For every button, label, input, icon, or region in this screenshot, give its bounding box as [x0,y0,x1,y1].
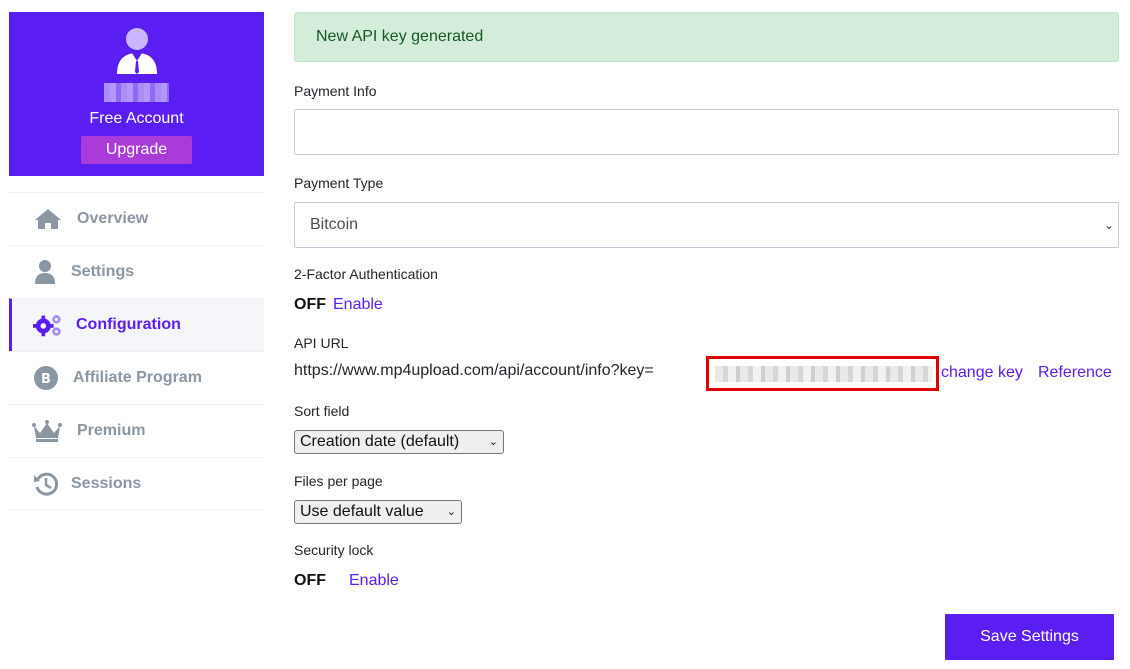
username-redacted [104,83,169,102]
payment-info-input[interactable] [294,109,1119,155]
files-per-page-value: Use default value [300,503,424,520]
svg-text:B: B [41,372,51,387]
crown-icon [32,418,62,444]
sidebar-item-configuration[interactable]: Configuration [9,298,264,351]
sidebar-item-settings[interactable]: Settings [9,245,264,298]
sidebar-item-affiliate[interactable]: B Affiliate Program [9,351,264,404]
files-per-page-select[interactable]: Use default value ⌄ [294,500,462,524]
chevron-down-icon: ⌄ [446,506,456,518]
home-icon [33,206,63,232]
save-settings-button[interactable]: Save Settings [945,614,1114,660]
avatar [117,28,157,74]
chevron-down-icon: ⌄ [488,436,498,448]
payment-type-select[interactable]: Bitcoin ⌄ [294,202,1119,248]
sort-field-label: Sort field [294,403,350,419]
gears-icon [33,312,63,338]
sidebar-item-label: Settings [71,263,135,280]
files-per-page-label: Files per page [294,473,383,489]
chevron-down-icon: ⌄ [1103,218,1114,232]
payment-type-label: Payment Type [294,175,384,191]
two-factor-label: 2-Factor Authentication [294,266,438,282]
api-key-highlight [706,356,939,391]
profile-card: Free Account Upgrade [9,12,264,176]
security-lock-enable-link[interactable]: Enable [349,572,399,590]
bitcoin-icon: B [31,365,61,391]
history-icon [31,471,61,497]
success-alert: New API key generated [294,12,1119,62]
security-lock-label: Security lock [294,542,374,558]
sort-field-value: Creation date (default) [300,433,460,450]
sidebar-nav: Overview Settings Configuration B Affili… [9,192,264,510]
upgrade-button[interactable]: Upgrade [81,136,192,164]
payment-info-label: Payment Info [294,83,377,99]
api-key-redacted [715,366,933,382]
sidebar-item-label: Premium [77,422,146,439]
two-factor-enable-link[interactable]: Enable [333,296,383,314]
sidebar-item-premium[interactable]: Premium [9,404,264,457]
sort-field-select[interactable]: Creation date (default) ⌄ [294,430,504,454]
two-factor-status: OFF [294,296,326,313]
account-type: Free Account [89,110,184,127]
sidebar-item-label: Affiliate Program [73,369,202,386]
sidebar-item-sessions[interactable]: Sessions [9,457,264,510]
reference-link[interactable]: Reference [1038,364,1112,382]
api-url-label: API URL [294,335,349,351]
user-icon [30,259,60,285]
security-lock-status: OFF [294,572,326,589]
sidebar-item-label: Sessions [71,474,142,492]
sidebar-item-label: Configuration [76,316,181,333]
api-url-text: https://www.mp4upload.com/api/account/in… [294,362,654,379]
payment-type-value: Bitcoin [310,216,359,233]
sidebar-item-label: Overview [77,210,149,227]
change-key-link[interactable]: change key [941,364,1023,382]
sidebar-item-overview[interactable]: Overview [9,192,264,245]
